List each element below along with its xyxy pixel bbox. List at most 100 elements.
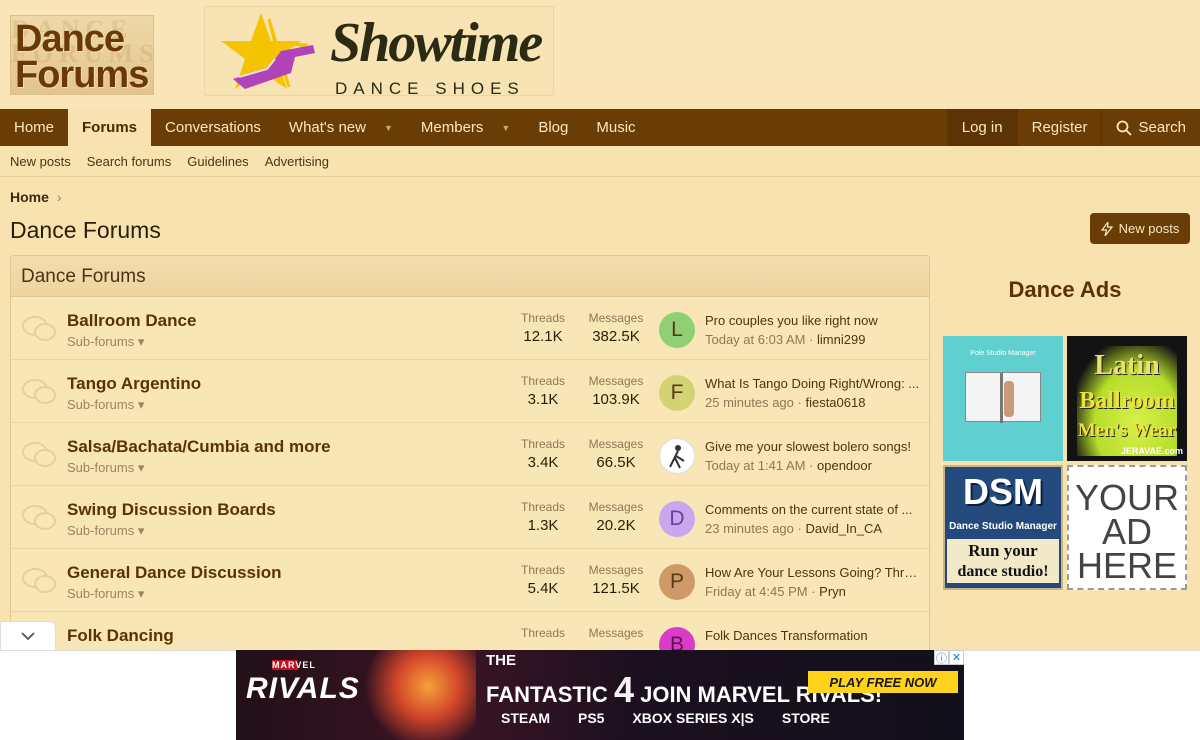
nav-music[interactable]: Music (582, 109, 649, 146)
messages-count: 103.9K (592, 391, 640, 408)
avatar[interactable]: D (659, 501, 695, 537)
last-post-time[interactable]: Today at 6:03 AM (705, 332, 805, 347)
messages-label: Messages (588, 500, 644, 514)
ad-line-1: Latin (1094, 350, 1160, 381)
chevron-down-icon[interactable]: ▼ (384, 123, 393, 133)
nav-blog[interactable]: Blog (524, 109, 582, 146)
subforums-label: Sub-forums (67, 334, 135, 349)
last-post-title[interactable]: Give me your slowest bolero songs! (705, 439, 921, 454)
forum-block-title[interactable]: Dance Forums (11, 256, 929, 297)
last-post-time[interactable]: Today at 1:41 AM (705, 458, 805, 473)
hero-artwork (356, 650, 476, 740)
messages-stat: Messages 103.9K (581, 374, 651, 408)
search-icon (1117, 120, 1133, 136)
forum-title[interactable]: Folk Dancing (67, 626, 174, 646)
breadcrumb-home[interactable]: Home (10, 189, 49, 205)
page-title: Dance Forums (10, 217, 161, 243)
new-posts-button[interactable]: New posts (1090, 213, 1190, 244)
messages-label: Messages (588, 437, 644, 451)
last-post-meta: 25 minutes ago · fiesta0618 (705, 395, 866, 410)
collapse-ad-button[interactable] (0, 621, 56, 650)
ad-info-icon[interactable]: ⓘ (934, 650, 949, 665)
last-post-user[interactable]: fiesta0618 (805, 395, 865, 410)
chevron-down-icon: ▾ (137, 523, 145, 538)
dsm-ad[interactable]: DSM Dance Studio Manager Run your dance … (943, 465, 1063, 590)
banner-title: Showtime (330, 12, 543, 74)
last-post-title[interactable]: Folk Dances Transformation (705, 628, 921, 643)
chevron-down-icon[interactable]: ▼ (501, 123, 510, 133)
nav-whats-new[interactable]: What's new ▼ (275, 109, 407, 146)
messages-label: Messages (588, 626, 644, 640)
forum-title[interactable]: Ballroom Dance (67, 311, 196, 331)
ad-choices: ⓘ ✕ (934, 650, 964, 665)
avatar[interactable] (659, 438, 695, 474)
threads-stat: Threads (508, 626, 578, 640)
forum-title[interactable]: Salsa/Bachata/Cumbia and more (67, 437, 331, 457)
forum-row: Swing Discussion Boards Sub-forums ▾ Thr… (11, 486, 929, 549)
last-post-time[interactable]: 25 minutes ago (705, 395, 794, 410)
subforums-toggle[interactable]: Sub-forums ▾ (67, 523, 144, 539)
star-shoe-icon (221, 13, 315, 89)
messages-count: 382.5K (592, 328, 640, 345)
forum-bubbles-icon (22, 379, 56, 404)
subnav-new-posts[interactable]: New posts (10, 154, 71, 169)
register-link[interactable]: Register (1016, 109, 1102, 146)
subforums-toggle[interactable]: Sub-forums ▾ (67, 586, 144, 602)
threads-stat: Threads 1.3K (508, 500, 578, 534)
messages-stat: Messages 121.5K (581, 563, 651, 597)
last-post-user[interactable]: Pryn (819, 584, 846, 599)
last-post-meta: Friday at 4:45 PM · Pryn (705, 584, 846, 599)
subforums-toggle[interactable]: Sub-forums ▾ (67, 334, 144, 350)
banner-subtitle: DANCE SHOES (335, 79, 525, 98)
showtime-banner-ad[interactable]: Showtime DANCE SHOES (204, 6, 554, 98)
ad-line-2: Ballroom (1079, 388, 1175, 414)
forum-bubbles-icon (22, 442, 56, 467)
subforums-toggle[interactable]: Sub-forums ▾ (67, 397, 144, 413)
last-post-title[interactable]: Pro couples you like right now (705, 313, 921, 328)
subnav-guidelines[interactable]: Guidelines (187, 154, 248, 169)
marvel-rivals-ad[interactable]: MARVEL RIVALS THE FANTASTIC 4 JOIN MARVE… (236, 650, 964, 740)
avatar[interactable]: L (659, 312, 695, 348)
subnav-advertising[interactable]: Advertising (265, 154, 329, 169)
threads-count: 3.1K (527, 391, 559, 408)
ad-url: JERAVAE.com (1120, 446, 1183, 456)
last-post-title[interactable]: Comments on the current state of ... (705, 502, 921, 517)
last-post-meta: 23 minutes ago · David_In_CA (705, 521, 883, 536)
nav-conversations[interactable]: Conversations (151, 109, 275, 146)
last-post-user[interactable]: limni299 (817, 332, 865, 347)
last-post-meta: Today at 1:41 AM · opendoor (705, 458, 872, 473)
latin-ballroom-ad[interactable]: Latin Ballroom Men's Wear JERAVAE.com (1067, 336, 1187, 461)
avatar[interactable]: F (659, 375, 695, 411)
forum-row: Folk Dancing Threads Messages B Folk Dan… (11, 612, 929, 654)
search-button[interactable]: Search (1101, 109, 1200, 146)
subforums-toggle[interactable]: Sub-forums ▾ (67, 460, 144, 476)
nav-forums[interactable]: Forums (68, 109, 152, 146)
chevron-down-icon (21, 632, 35, 641)
forum-title[interactable]: Tango Argentino (67, 374, 201, 394)
forum-row: Tango Argentino Sub-forums ▾ Threads 3.1K… (11, 360, 929, 423)
play-free-button[interactable]: PLAY FREE NOW (808, 671, 958, 693)
threads-label: Threads (520, 500, 566, 514)
last-post-time[interactable]: Friday at 4:45 PM (705, 584, 808, 599)
last-post-time[interactable]: 23 minutes ago (705, 521, 794, 536)
ad-line-3: HERE (1076, 545, 1178, 586)
messages-label: Messages (588, 563, 644, 577)
subnav-search-forums[interactable]: Search forums (87, 154, 172, 169)
pole-studio-ad[interactable]: Pole Studio Manager (943, 336, 1063, 461)
your-ad-here-slot[interactable]: YOUR AD HERE (1067, 465, 1187, 590)
nav-home[interactable]: Home (0, 109, 68, 146)
last-post-user[interactable]: David_In_CA (805, 521, 882, 536)
forum-title[interactable]: General Dance Discussion (67, 563, 281, 583)
site-header: DANCE FORUMS Dance Forums Showtime DANCE… (0, 0, 1200, 109)
forum-row: General Dance Discussion Sub-forums ▾ Th… (11, 549, 929, 612)
last-post-user[interactable]: opendoor (817, 458, 872, 473)
login-link[interactable]: Log in (946, 109, 1017, 146)
forum-title[interactable]: Swing Discussion Boards (67, 500, 276, 520)
last-post-title[interactable]: What Is Tango Doing Right/Wrong: ... (705, 376, 921, 391)
xbox-logo: XBOX SERIES X|S (632, 710, 754, 726)
last-post-title[interactable]: How Are Your Lessons Going? Thre... (705, 565, 921, 580)
avatar[interactable]: P (659, 564, 695, 600)
site-logo[interactable]: DANCE FORUMS Dance Forums (10, 15, 154, 95)
close-icon[interactable]: ✕ (949, 650, 964, 665)
nav-members[interactable]: Members ▼ (407, 109, 524, 146)
